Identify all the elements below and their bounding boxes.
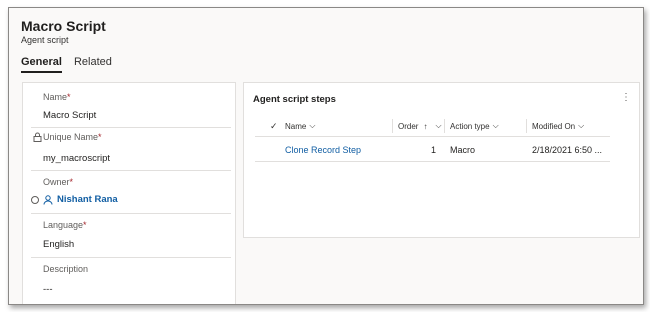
subgrid-title: Agent script steps xyxy=(253,94,336,105)
step-name-link[interactable]: Clone Record Step xyxy=(285,139,361,161)
entity-subtitle: Agent script xyxy=(21,35,69,45)
owner-link[interactable]: Nishant Rana xyxy=(57,194,118,205)
language-field[interactable]: Language* English xyxy=(31,213,231,258)
description-label: Description xyxy=(43,264,89,274)
record-title: Macro Script xyxy=(21,18,106,34)
owner-lookup: Nishant Rana xyxy=(31,194,118,205)
tab-general[interactable]: General xyxy=(21,56,62,73)
unique-name-label: Unique Name* xyxy=(43,132,102,142)
step-action-type-cell: Macro xyxy=(450,145,476,155)
name-field[interactable]: Name* Macro Script xyxy=(31,83,231,128)
column-divider xyxy=(444,119,445,133)
more-options-icon[interactable]: ⋮ xyxy=(621,92,631,103)
agent-script-steps-subgrid: Agent script steps ⋮ ✓ Name ⌵ Order ↑ ⌵ … xyxy=(243,82,640,238)
name-label: Name* xyxy=(43,92,71,102)
chevron-down-icon: ⌵ xyxy=(492,121,499,130)
tab-list: General Related xyxy=(21,56,112,73)
tab-related[interactable]: Related xyxy=(74,56,112,73)
owner-field[interactable]: Owner* Nishant Rana xyxy=(31,170,231,214)
chevron-down-icon: ⌵ xyxy=(435,121,442,130)
step-modified-on-cell: 2/18/2021 6:50 ... xyxy=(532,145,603,155)
table-row[interactable]: Clone Record Step 1 Macro 2/18/2021 6:50… xyxy=(255,139,610,162)
chevron-down-icon: ⌵ xyxy=(578,121,585,130)
column-order-label: Order xyxy=(398,121,419,131)
description-field[interactable]: Description --- xyxy=(31,257,231,304)
language-label: Language* xyxy=(43,220,87,230)
status-dot-icon xyxy=(31,195,39,204)
person-icon xyxy=(43,194,53,205)
sort-ascending-icon: ↑ xyxy=(423,121,428,131)
grid-header: ✓ Name ⌵ Order ↑ ⌵ Action type ⌵ Modifie… xyxy=(255,116,610,137)
column-divider xyxy=(526,119,527,133)
column-divider xyxy=(392,119,393,133)
name-value[interactable]: Macro Script xyxy=(43,110,96,121)
unique-name-field[interactable]: Unique Name* my_macroscript xyxy=(31,127,231,171)
step-order-cell: 1 xyxy=(431,145,437,155)
chevron-down-icon: ⌵ xyxy=(309,121,316,130)
general-section: Name* Macro Script Unique Name* my_macro… xyxy=(22,82,236,304)
column-header-modified-on[interactable]: Modified On ⌵ xyxy=(532,116,584,136)
description-value[interactable]: --- xyxy=(43,284,53,295)
select-all-checkbox[interactable]: ✓ xyxy=(270,116,278,136)
column-header-order[interactable]: Order ↑ ⌵ xyxy=(398,116,442,136)
column-header-name[interactable]: Name ⌵ xyxy=(285,116,315,136)
column-name-label: Name xyxy=(285,121,307,131)
language-value[interactable]: English xyxy=(43,239,74,250)
column-action-type-label: Action type xyxy=(450,121,490,131)
unique-name-value[interactable]: my_macroscript xyxy=(43,153,110,164)
column-modified-on-label: Modified On xyxy=(532,121,576,131)
form-window: Macro Script Agent script General Relate… xyxy=(8,7,644,305)
lock-icon xyxy=(33,132,42,144)
column-header-action-type[interactable]: Action type ⌵ xyxy=(450,116,499,136)
owner-label: Owner* xyxy=(43,177,74,187)
